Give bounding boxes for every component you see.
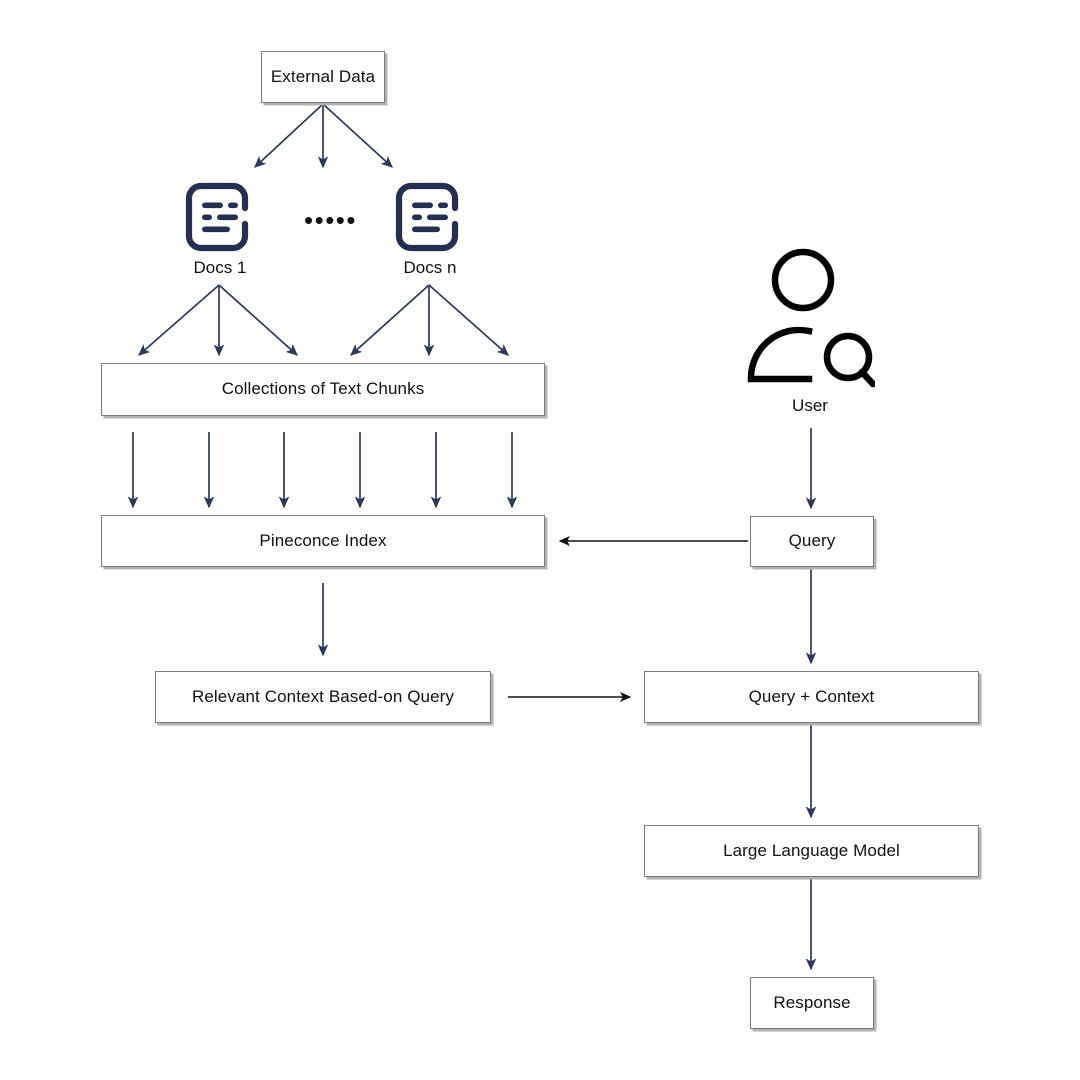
node-query-plus-context[interactable]: Query + Context bbox=[644, 671, 979, 723]
node-response[interactable]: Response bbox=[750, 977, 874, 1029]
docs-1-group[interactable] bbox=[183, 180, 257, 254]
node-relevant-context-label: Relevant Context Based-on Query bbox=[191, 686, 455, 706]
external-data-fanout-arrows bbox=[254, 103, 394, 169]
node-pineconce-index-label: Pineconce Index bbox=[259, 530, 387, 550]
node-large-language-model[interactable]: Large Language Model bbox=[644, 825, 979, 877]
node-response-label: Response bbox=[773, 992, 851, 1012]
collections-to-index-arrows bbox=[127, 432, 518, 509]
node-external-data-label: External Data bbox=[270, 66, 376, 86]
diagram-canvas: External Data Collections of Text Chunks… bbox=[0, 0, 1080, 1080]
docs-1-caption: Docs 1 bbox=[193, 258, 247, 277]
document-icon bbox=[395, 182, 459, 252]
node-query-label: Query bbox=[788, 531, 836, 551]
docs-ellipsis-icon: ••••• bbox=[304, 205, 358, 235]
user-group[interactable] bbox=[745, 248, 877, 393]
node-pineconce-index[interactable]: Pineconce Index bbox=[101, 515, 545, 567]
node-collections-label: Collections of Text Chunks bbox=[221, 379, 425, 399]
docs-n-group[interactable] bbox=[393, 180, 467, 254]
docs1-fanout-arrows bbox=[137, 284, 299, 357]
docsn-fanout-arrows bbox=[349, 284, 510, 357]
node-collections-of-text-chunks[interactable]: Collections of Text Chunks bbox=[101, 363, 545, 416]
node-llm-label: Large Language Model bbox=[723, 840, 900, 860]
document-icon bbox=[185, 182, 249, 252]
node-external-data[interactable]: External Data bbox=[261, 51, 385, 103]
user-search-icon bbox=[747, 248, 877, 388]
node-query[interactable]: Query bbox=[750, 516, 874, 567]
node-relevant-context[interactable]: Relevant Context Based-on Query bbox=[155, 671, 491, 723]
user-caption: User bbox=[792, 396, 828, 415]
docs-n-caption: Docs n bbox=[403, 258, 457, 277]
node-query-plus-context-label: Query + Context bbox=[748, 686, 875, 706]
